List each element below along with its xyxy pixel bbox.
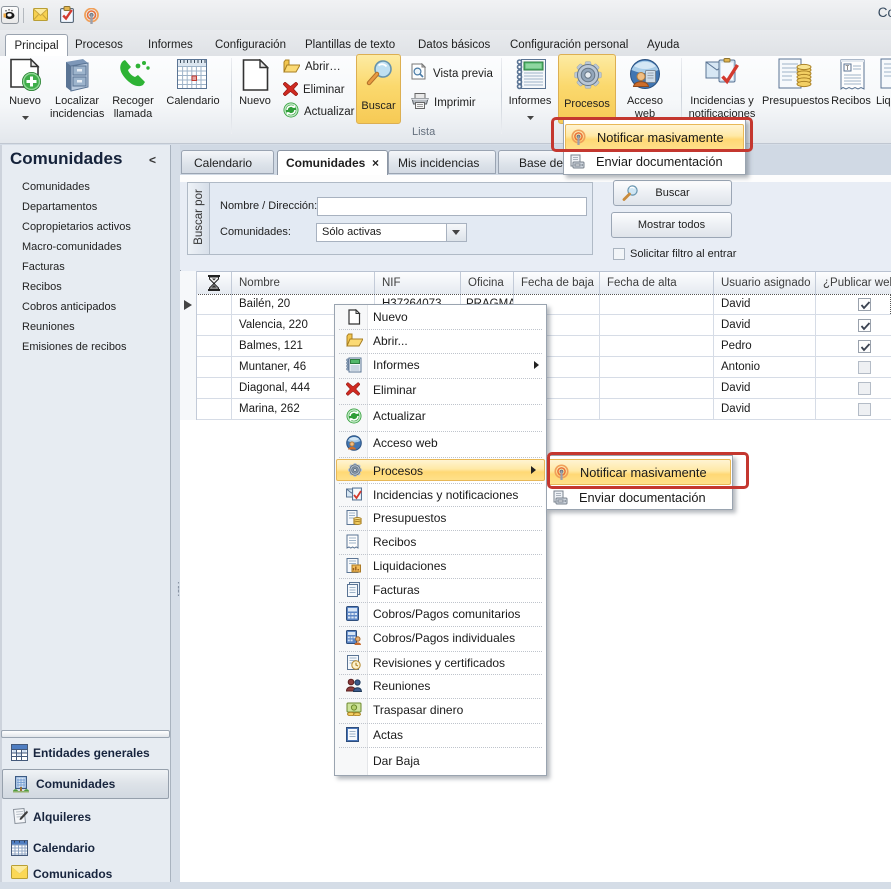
- svg-text:T: T: [846, 66, 850, 72]
